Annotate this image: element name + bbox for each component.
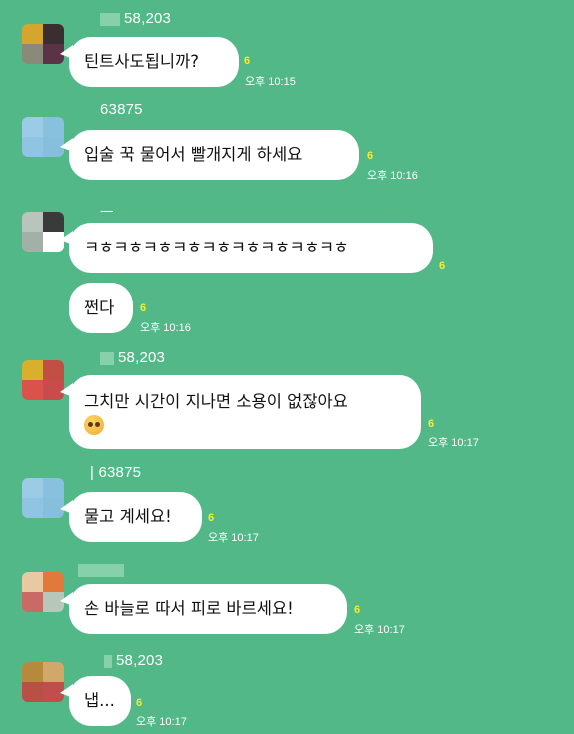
message-bubble[interactable]: 물고 계세요! — [60, 492, 202, 542]
sender-name-text: | 63875 — [90, 464, 142, 481]
message-bubble[interactable]: 손 바늘로 따서 피로 바르세요! — [60, 584, 347, 634]
blurred-name-part — [100, 351, 114, 365]
message-text: ㅋㅎㅋㅎㅋㅎㅋㅎㅋㅎㅋㅎㅋㅎㅋㅎㅋㅎ — [84, 238, 349, 257]
sender-name[interactable]: ㅡ — [100, 201, 114, 222]
timestamp: 오후 10:17 — [136, 716, 187, 728]
avatar[interactable] — [22, 662, 64, 702]
timestamp: 오후 10:17 — [354, 624, 405, 636]
avatar-cell — [43, 360, 64, 380]
avatar-cell — [22, 380, 43, 400]
message-bubble[interactable]: 쩐다 — [69, 283, 133, 333]
sender-name[interactable]: 58,203 — [100, 10, 171, 27]
avatar-cell — [22, 117, 43, 137]
timestamp: 오후 10:17 — [428, 437, 479, 449]
message-text: 손 바늘로 따서 피로 바르세요! — [84, 599, 294, 618]
avatar-cell — [22, 478, 43, 498]
unread-count: 6 — [354, 604, 361, 616]
blurred-name-part — [104, 654, 112, 668]
avatar[interactable] — [22, 478, 64, 518]
message-text: 쩐다 — [84, 298, 115, 317]
avatar-cell — [22, 662, 43, 682]
message-text: 물고 계세요! — [84, 507, 172, 526]
pleading-face-emoji-icon — [84, 415, 104, 435]
avatar-cell — [22, 24, 43, 44]
avatar-cell — [22, 682, 43, 702]
sender-name[interactable]: 58,203 — [100, 349, 165, 366]
message-text: 틴트사도됩니까? — [84, 52, 200, 71]
message-bubble[interactable]: 틴트사도됩니까? — [60, 37, 239, 87]
timestamp: 오후 10:16 — [367, 170, 418, 182]
avatar-cell — [43, 572, 64, 592]
message-text: 냅... — [84, 691, 115, 710]
unread-count: 6 — [136, 697, 143, 709]
sender-name-text: 63875 — [100, 101, 143, 118]
sender-name-text: 58,203 — [116, 652, 164, 669]
blurred-name-part — [100, 12, 120, 26]
avatar-cell — [43, 478, 64, 498]
avatar-cell — [22, 137, 43, 157]
unread-count: 6 — [367, 150, 374, 162]
sender-name[interactable]: | 63875 — [90, 464, 141, 481]
sender-name-text: 58,203 — [118, 349, 166, 366]
avatar-cell — [22, 498, 43, 518]
avatar-cell — [22, 360, 43, 380]
message-bubble[interactable]: 입술 꾹 물어서 빨개지게 하세요 — [60, 130, 359, 180]
unread-count: 6 — [208, 512, 215, 524]
timestamp: 오후 10:15 — [245, 76, 296, 88]
avatar[interactable] — [22, 572, 64, 612]
timestamp: 오후 10:16 — [140, 322, 191, 334]
unread-count: 6 — [439, 260, 446, 272]
unread-count: 6 — [140, 302, 147, 314]
avatar-cell — [43, 24, 64, 44]
avatar-cell — [22, 232, 43, 252]
avatar-cell — [22, 592, 43, 612]
sender-name[interactable] — [78, 561, 128, 578]
avatar-cell — [43, 117, 64, 137]
blurred-name-part — [78, 563, 124, 577]
unread-count: 6 — [244, 55, 251, 67]
avatar-cell — [22, 44, 43, 64]
avatar-cell — [43, 212, 64, 232]
message-bubble[interactable]: ㅋㅎㅋㅎㅋㅎㅋㅎㅋㅎㅋㅎㅋㅎㅋㅎㅋㅎ — [60, 223, 433, 273]
avatar[interactable] — [22, 360, 64, 400]
sender-name-text: ㅡ — [100, 204, 115, 221]
avatar[interactable] — [22, 24, 64, 64]
sender-name[interactable]: 58,203 — [104, 652, 163, 669]
message-text: 입술 꾹 물어서 빨개지게 하세요 — [84, 145, 303, 164]
message-text: 그치만 시간이 지나면 소용이 없잖아요 — [84, 392, 348, 411]
sender-name-text: 58,203 — [124, 10, 172, 27]
avatar-cell — [22, 572, 43, 592]
unread-count: 6 — [428, 418, 435, 430]
message-bubble[interactable]: 냅... — [60, 676, 131, 726]
avatar[interactable] — [22, 212, 64, 252]
avatar-cell — [22, 212, 43, 232]
avatar[interactable] — [22, 117, 64, 157]
avatar-cell — [43, 662, 64, 682]
sender-name[interactable]: 63875 — [100, 101, 143, 118]
timestamp: 오후 10:17 — [208, 532, 259, 544]
message-bubble[interactable]: 그치만 시간이 지나면 소용이 없잖아요 — [60, 375, 421, 449]
